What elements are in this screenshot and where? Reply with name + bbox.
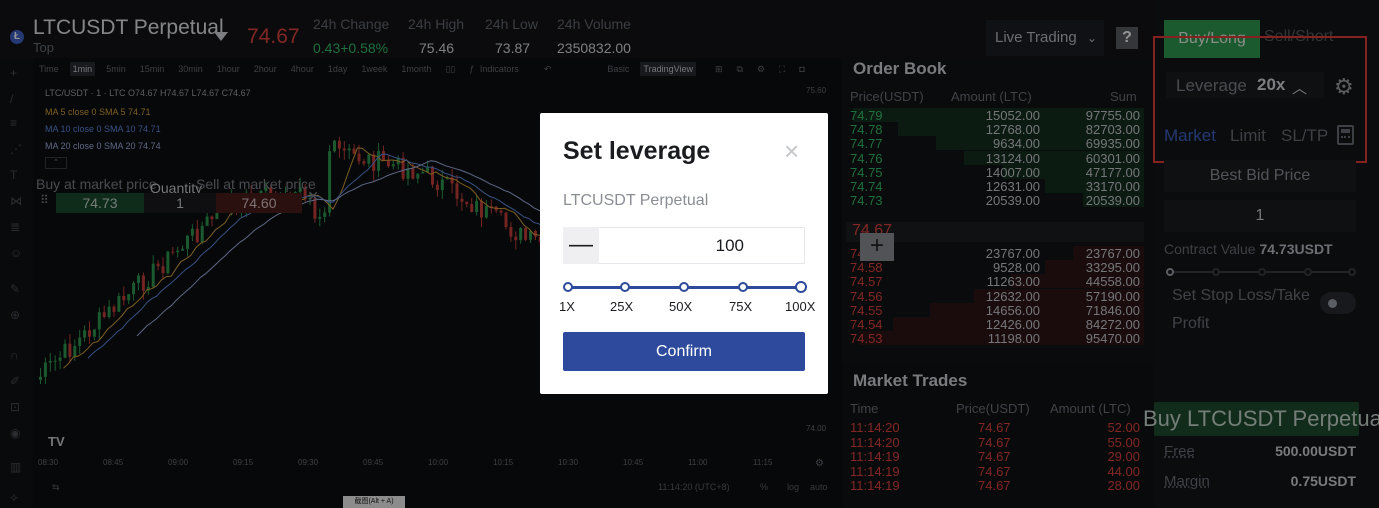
leverage-stop-50x[interactable] [679,282,689,292]
leverage-slider[interactable] [563,281,807,293]
leverage-slider-handle[interactable] [795,281,807,293]
leverage-stop-75x[interactable] [738,282,748,292]
modal-title: Set leverage [563,137,711,165]
leverage-input-value[interactable]: 100 [600,236,744,256]
close-icon[interactable]: × [784,136,799,167]
leverage-mark-75x: 75X [729,299,753,314]
leverage-mark-50x: 50X [669,299,693,314]
leverage-stop-25x[interactable] [620,282,630,292]
leverage-mark-1x: 1X [559,299,575,314]
leverage-decrease-button[interactable]: — [563,227,599,264]
confirm-button[interactable]: Confirm [563,332,805,371]
leverage-mark-100x: 100X [785,299,816,314]
modal-subtitle: LTCUSDT Perpetual [563,192,709,209]
leverage-mark-25x: 25X [610,299,634,314]
leverage-stop-1x[interactable] [563,282,573,292]
